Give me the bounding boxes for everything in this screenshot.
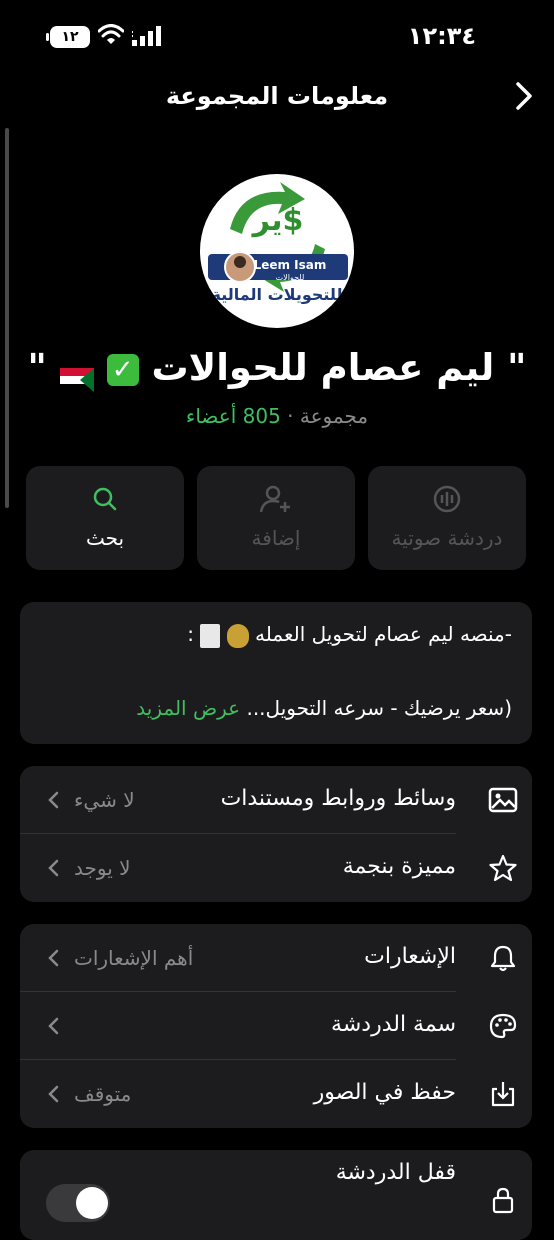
notifications-row[interactable]: الإشعارات أهم الإشعارات (20, 924, 532, 992)
chat-lock-toggle[interactable] (46, 1184, 110, 1222)
save-to-photos-value: متوقف (74, 1082, 132, 1106)
chat-theme-label: سمة الدردشة (331, 1012, 456, 1037)
logo-tagline: للتحويلات المالية (212, 285, 343, 304)
logo-banner-name: Leem Isam (254, 258, 327, 272)
voice-chat-button[interactable]: دردشة صوتية (368, 466, 526, 570)
wifi-icon (98, 24, 124, 44)
member-count[interactable]: 805 أعضاء (186, 404, 281, 428)
add-member-icon (259, 485, 290, 513)
group-avatar[interactable]: ير$ Leem Isam للحوالات للتحويلات المالية (200, 174, 354, 328)
lock-icon (492, 1187, 514, 1214)
check-mark-icon: ✓ (106, 353, 139, 386)
add-member-button[interactable]: إضافة (197, 466, 355, 570)
receipt-icon (200, 623, 221, 648)
media-links-docs-value: لا شيء (74, 788, 135, 812)
group-subtitle: مجموعة · 805 أعضاء (0, 404, 554, 428)
chat-lock-label: قفل الدردشة (335, 1160, 456, 1185)
status-time: ١٢:٣٤ (407, 22, 476, 50)
group-name-text: " ليم عصام للحوالات (151, 346, 527, 389)
save-to-photos-icon (491, 1082, 515, 1107)
starred-messages-label: مميزة بنجمة (342, 854, 456, 879)
chevron-left-icon (48, 791, 59, 809)
chevron-left-icon (48, 859, 59, 877)
starred-messages-value: لا يوجد (74, 856, 131, 880)
group-name: " ليم عصام للحوالات ✓ " (0, 346, 554, 392)
money-bag-icon (226, 623, 249, 648)
bell-icon (490, 945, 516, 972)
status-bar: ١٢:٣٤ ١٢ (0, 0, 554, 74)
show-more-link[interactable]: عرض المزيد (136, 696, 240, 720)
sudan-flag-icon (59, 358, 94, 392)
media-links-docs-row[interactable]: وسائط وروابط ومستندات لا شيء (20, 766, 532, 834)
voice-chat-label: دردشة صوتية (391, 526, 503, 550)
notifications-label: الإشعارات (364, 944, 456, 969)
chat-theme-row[interactable]: سمة الدردشة (20, 992, 532, 1060)
search-label: بحث (85, 526, 125, 550)
description-text-1: -منصه ليم عصام لتحويل العمله (255, 622, 512, 646)
chevron-left-icon (48, 1085, 59, 1103)
media-links-docs-label: وسائط وروابط ومستندات (220, 786, 456, 811)
save-to-photos-row[interactable]: حفظ في الصور متوقف (20, 1060, 532, 1128)
battery-level: ١٢ (61, 29, 79, 45)
starred-messages-row[interactable]: مميزة بنجمة لا يوجد (20, 834, 532, 902)
group-name-suffix: " (27, 346, 47, 389)
chevron-left-icon (48, 1017, 59, 1035)
group-type: مجموعة (299, 404, 369, 428)
star-icon (489, 854, 517, 882)
description-text-2: (سعر يرضيك - سرعه التحويل... (246, 696, 512, 720)
chat-lock-row[interactable]: قفل الدردشة (20, 1150, 532, 1240)
notifications-value: أهم الإشعارات (74, 946, 194, 970)
group-logo-image: ير$ Leem Isam للحوالات للتحويلات المالية (208, 182, 348, 304)
media-section: وسائط وروابط ومستندات لا شيء مميزة بنجمة… (20, 766, 532, 902)
search-button[interactable]: بحث (26, 466, 184, 570)
chevron-left-icon (48, 949, 59, 967)
voice-chat-icon (433, 485, 461, 513)
group-description: -منصه ليم عصام لتحويل العمله : (سعر يرضي… (20, 602, 532, 744)
logo-banner-sub: للحوالات (276, 273, 305, 282)
page-title: معلومات المجموعة (165, 82, 389, 110)
search-icon (93, 487, 117, 511)
battery-icon: ١٢ (46, 26, 90, 48)
logo-text: ير$ (251, 203, 304, 238)
description-text-1-suffix: : (187, 622, 194, 646)
save-to-photos-label: حفظ في الصور (313, 1080, 456, 1105)
photo-icon (488, 787, 518, 813)
toggle-knob (76, 1187, 108, 1219)
chat-lock-section: قفل الدردشة (20, 1150, 532, 1240)
scrollbar[interactable] (5, 128, 9, 508)
description-line-2: (سعر يرضيك - سرعه التحويل... عرض المزيد (136, 696, 512, 720)
description-line-1: -منصه ليم عصام لتحويل العمله : (187, 622, 512, 648)
signal-icon (132, 26, 161, 46)
settings-section: الإشعارات أهم الإشعارات سمة الدردشة حفظ … (20, 924, 532, 1128)
add-member-label: إضافة (251, 526, 301, 550)
palette-icon (489, 1013, 517, 1039)
subtitle-separator: · (280, 404, 300, 428)
